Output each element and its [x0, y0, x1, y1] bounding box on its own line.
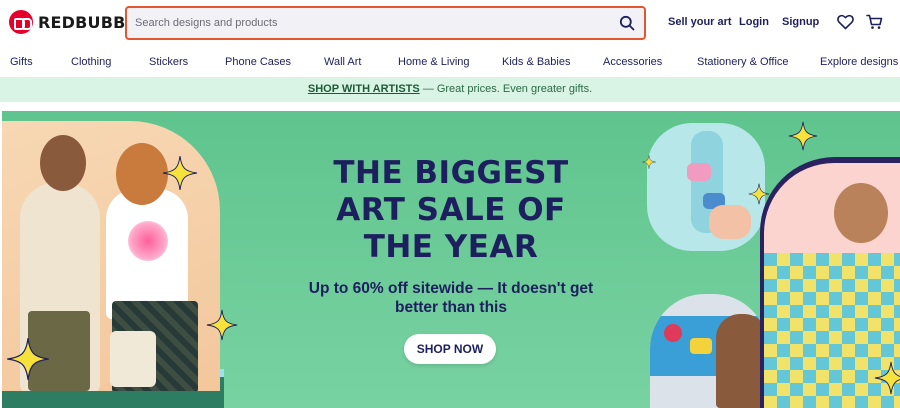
sparkle-icon	[788, 121, 818, 151]
search-icon[interactable]	[619, 15, 635, 31]
logo-mark-icon	[9, 10, 33, 34]
nav-item-home-living[interactable]: Home & Living	[398, 56, 470, 68]
sparkle-icon	[642, 155, 656, 169]
sell-your-art-link[interactable]: Sell your art	[668, 16, 732, 28]
shop-now-button[interactable]: SHOP NOW	[404, 334, 496, 364]
site-header: REDBUBBLE Sell your art Login Signup	[0, 0, 900, 46]
model-head	[40, 135, 86, 191]
promo-text: — Great prices. Even greater gifts.	[419, 83, 593, 95]
nav-item-phone-cases[interactable]: Phone Cases	[225, 56, 291, 68]
search-input[interactable]	[135, 8, 605, 38]
login-link[interactable]: Login	[739, 16, 769, 28]
hero-subtitle: Up to 60% off sitewide — It doesn't get …	[308, 280, 594, 316]
nav-item-explore-designs[interactable]: Explore designs	[820, 56, 898, 68]
nav-item-kids-babies[interactable]: Kids & Babies	[502, 56, 570, 68]
sticker	[690, 338, 712, 354]
hand	[709, 205, 751, 239]
signup-link[interactable]: Signup	[782, 16, 819, 28]
promo-banner: SHOP WITH ARTISTS — Great prices. Even g…	[0, 77, 900, 102]
hero-title: THE BIGGEST ART SALE OF THE YEAR	[333, 155, 569, 265]
hero-banner: THE BIGGEST ART SALE OF THE YEAR Up to 6…	[2, 111, 900, 408]
sticker-sheet-photo	[650, 294, 768, 408]
nav-item-gifts[interactable]: Gifts	[10, 56, 33, 68]
nav-item-accessories[interactable]: Accessories	[603, 56, 662, 68]
pink-graphic	[128, 221, 168, 261]
sparkle-icon	[162, 155, 198, 191]
nav-item-stickers[interactable]: Stickers	[149, 56, 188, 68]
sparkle-icon	[874, 361, 900, 395]
sticker	[687, 163, 711, 181]
nav-item-stationery-office[interactable]: Stationery & Office	[697, 56, 789, 68]
search-bar	[125, 6, 646, 40]
model-head-2	[116, 143, 168, 205]
sparkle-icon	[206, 309, 238, 341]
heart-icon[interactable]	[837, 14, 854, 30]
shop-with-artists-link[interactable]: SHOP WITH ARTISTS	[308, 83, 420, 95]
cart-icon[interactable]	[866, 14, 883, 30]
sparkle-icon	[7, 338, 49, 380]
nav-item-clothing[interactable]: Clothing	[71, 56, 111, 68]
category-nav: Gifts Clothing Stickers Phone Cases Wall…	[0, 50, 900, 74]
model-head	[834, 183, 888, 243]
tote-bag	[110, 331, 156, 387]
sticker	[664, 324, 682, 342]
nav-item-wall-art[interactable]: Wall Art	[324, 56, 362, 68]
